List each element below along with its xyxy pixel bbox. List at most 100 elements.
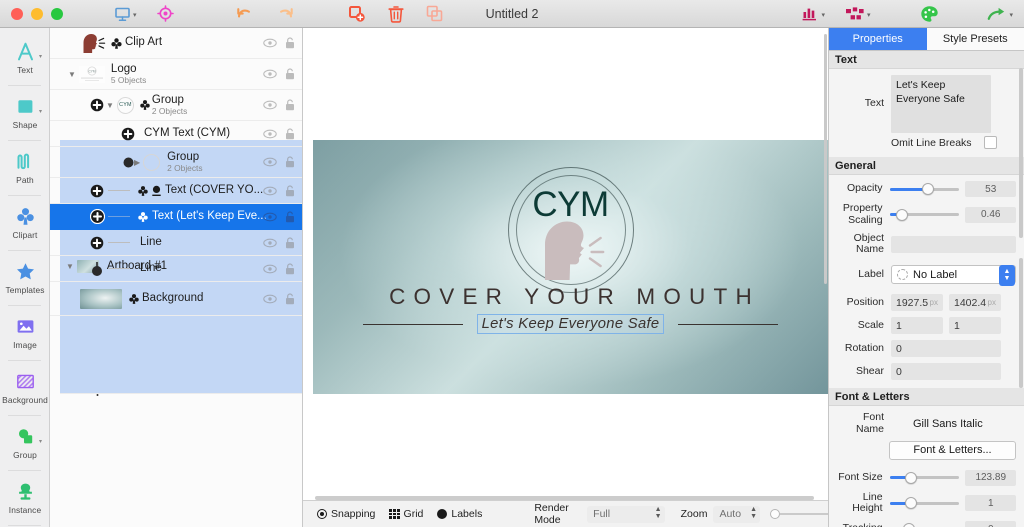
slider-knob[interactable] — [904, 471, 917, 484]
layer-row-group-circle[interactable]: ▶ Group 2 Objects — [50, 147, 302, 178]
layer-row-text-tagline[interactable]: Text (Let's Keep Eve... — [50, 204, 302, 230]
properties-panel[interactable]: Properties Style Presets Text Text Let's… — [828, 28, 1024, 527]
slider-knob[interactable] — [770, 509, 780, 519]
font-size-value[interactable]: 123.89 — [965, 469, 1016, 486]
position-x-input[interactable]: 1927.5 px — [891, 294, 943, 311]
canvas-area[interactable]: CYM COVER YOUR MOUTH Let's Keep Everyone… — [303, 28, 828, 527]
tool-background[interactable]: Background — [0, 364, 50, 412]
lock-icon[interactable] — [285, 68, 295, 80]
font-size-slider[interactable] — [889, 471, 960, 485]
opacity-slider[interactable] — [889, 182, 960, 196]
object-name-input[interactable] — [891, 235, 1016, 253]
shear-input[interactable]: 0 — [891, 363, 1001, 380]
node-plus-icon[interactable] — [90, 236, 104, 250]
labels-toggle[interactable]: Labels — [437, 508, 482, 520]
stepper-icon[interactable]: ▲ ▼ — [655, 506, 662, 520]
visibility-eye-icon[interactable] — [263, 38, 277, 48]
lock-icon[interactable] — [285, 37, 295, 49]
disclosure-triangle-icon[interactable]: ▼ — [106, 101, 114, 110]
visibility-eye-icon[interactable] — [263, 100, 277, 110]
tracking-slider[interactable] — [890, 522, 960, 527]
visibility-eye-icon[interactable] — [263, 212, 277, 222]
lock-icon[interactable] — [285, 262, 295, 275]
slider-knob[interactable] — [902, 523, 915, 527]
opacity-value[interactable]: 53 — [965, 181, 1016, 197]
lock-icon[interactable] — [285, 127, 295, 140]
copy-icon[interactable] — [423, 1, 446, 27]
node-plus-icon[interactable] — [90, 184, 104, 198]
redo-icon[interactable] — [274, 1, 299, 27]
layer-row-text-cover[interactable]: Text (COVER YO... — [50, 178, 302, 204]
tab-properties[interactable]: Properties — [829, 28, 927, 50]
undo-icon[interactable] — [231, 1, 256, 27]
slider-knob[interactable] — [895, 208, 908, 221]
chevron-down-icon[interactable]: ▾ — [133, 12, 137, 19]
maximize-window-button[interactable] — [51, 7, 63, 20]
share-icon[interactable]: ▾ — [984, 1, 1016, 27]
zoom-slider[interactable] — [770, 509, 828, 519]
label-select[interactable]: No Label ▲ ▼ — [891, 265, 1016, 286]
lock-icon[interactable] — [285, 210, 295, 223]
layer-row-text-cym[interactable]: CYM Text (CYM) — [50, 121, 302, 147]
node-plus-icon[interactable] — [90, 98, 104, 112]
layer-row-logo[interactable]: ▼ CYM Logo 5 Objects — [50, 59, 302, 90]
visibility-eye-icon[interactable] — [263, 157, 277, 167]
scale-x-input[interactable]: 1 — [891, 317, 943, 334]
scale-y-input[interactable]: 1 — [949, 317, 1001, 334]
zoom-select[interactable]: Auto ▲ ▼ — [713, 505, 760, 523]
visibility-eye-icon[interactable] — [263, 129, 277, 139]
chevron-down-icon[interactable]: ▾ — [867, 12, 871, 19]
node-plus-icon[interactable] — [90, 209, 105, 224]
tool-text[interactable]: ▾ Text — [0, 34, 50, 82]
visibility-eye-icon[interactable] — [263, 69, 277, 79]
line-height-value[interactable]: 1 — [965, 495, 1016, 512]
lock-icon[interactable] — [285, 184, 295, 197]
grid-toggle[interactable]: Grid — [389, 508, 423, 520]
properties-scrollbar-upper[interactable] — [1019, 68, 1023, 238]
artboard-icon[interactable]: ▾ — [111, 1, 140, 27]
chevron-down-icon[interactable]: ▾ — [39, 108, 42, 115]
line-height-slider[interactable] — [889, 496, 960, 510]
slider-knob[interactable] — [921, 183, 934, 195]
chevron-down-icon[interactable]: ▾ — [39, 53, 42, 60]
visibility-eye-icon[interactable] — [263, 264, 277, 274]
tagline-text[interactable]: Let's Keep Everyone Safe — [476, 314, 665, 334]
text-textarea[interactable]: Let's Keep Everyone Safe — [891, 75, 991, 133]
layer-row-clipart[interactable]: Clip Art — [50, 28, 302, 59]
target-icon[interactable] — [154, 1, 177, 27]
align-icon[interactable]: ▾ — [842, 1, 874, 27]
snapping-toggle[interactable]: Snapping — [317, 508, 375, 520]
layer-row-line-2[interactable]: Line — [50, 256, 302, 282]
palette-icon[interactable] — [917, 1, 942, 27]
position-y-input[interactable]: 1402.4 px — [949, 294, 1001, 311]
layers-panel[interactable]: ▼ Artboard #1 Clip Art ▼ CYM Logo 5 Obje… — [50, 28, 303, 527]
visibility-eye-icon[interactable] — [263, 186, 277, 196]
artboard-canvas[interactable]: CYM COVER YOUR MOUTH Let's Keep Everyone… — [313, 140, 828, 394]
tool-path[interactable]: Path — [0, 144, 50, 192]
tool-image[interactable]: Image — [0, 309, 50, 357]
trash-icon[interactable] — [385, 1, 407, 27]
stepper-icon[interactable]: ▲ ▼ — [750, 506, 757, 520]
rotation-input[interactable]: 0 — [891, 340, 1001, 357]
chevron-down-icon[interactable]: ▾ — [1009, 12, 1013, 19]
render-mode-select[interactable]: Full ▲ ▼ — [587, 505, 665, 523]
tool-templates[interactable]: Templates — [0, 254, 50, 302]
lock-icon[interactable] — [285, 99, 295, 111]
layer-row-group-cym[interactable]: ▼ CYM Group 2 Objects — [50, 90, 302, 121]
node-dot-icon[interactable] — [91, 261, 103, 276]
logo-mark[interactable]: CYM — [501, 158, 641, 293]
tool-group[interactable]: ▾ Group — [0, 419, 50, 467]
layer-row-background[interactable]: Background — [50, 282, 302, 316]
duplicate-icon[interactable] — [345, 1, 369, 27]
visibility-eye-icon[interactable] — [263, 294, 277, 304]
headline-text[interactable]: COVER YOUR MOUTH — [313, 284, 828, 310]
lock-icon[interactable] — [285, 156, 295, 168]
tool-shape[interactable]: ▾ Shape — [0, 89, 50, 137]
disclosure-triangle-icon[interactable]: ▶ — [134, 158, 140, 167]
minimize-window-button[interactable] — [31, 7, 43, 20]
visibility-eye-icon[interactable] — [263, 238, 277, 248]
tool-clipart[interactable]: Clipart — [0, 199, 50, 247]
layer-row-line-1[interactable]: Line — [50, 230, 302, 256]
slider-knob[interactable] — [904, 497, 917, 510]
property-scaling-value[interactable]: 0.46 — [965, 206, 1016, 223]
